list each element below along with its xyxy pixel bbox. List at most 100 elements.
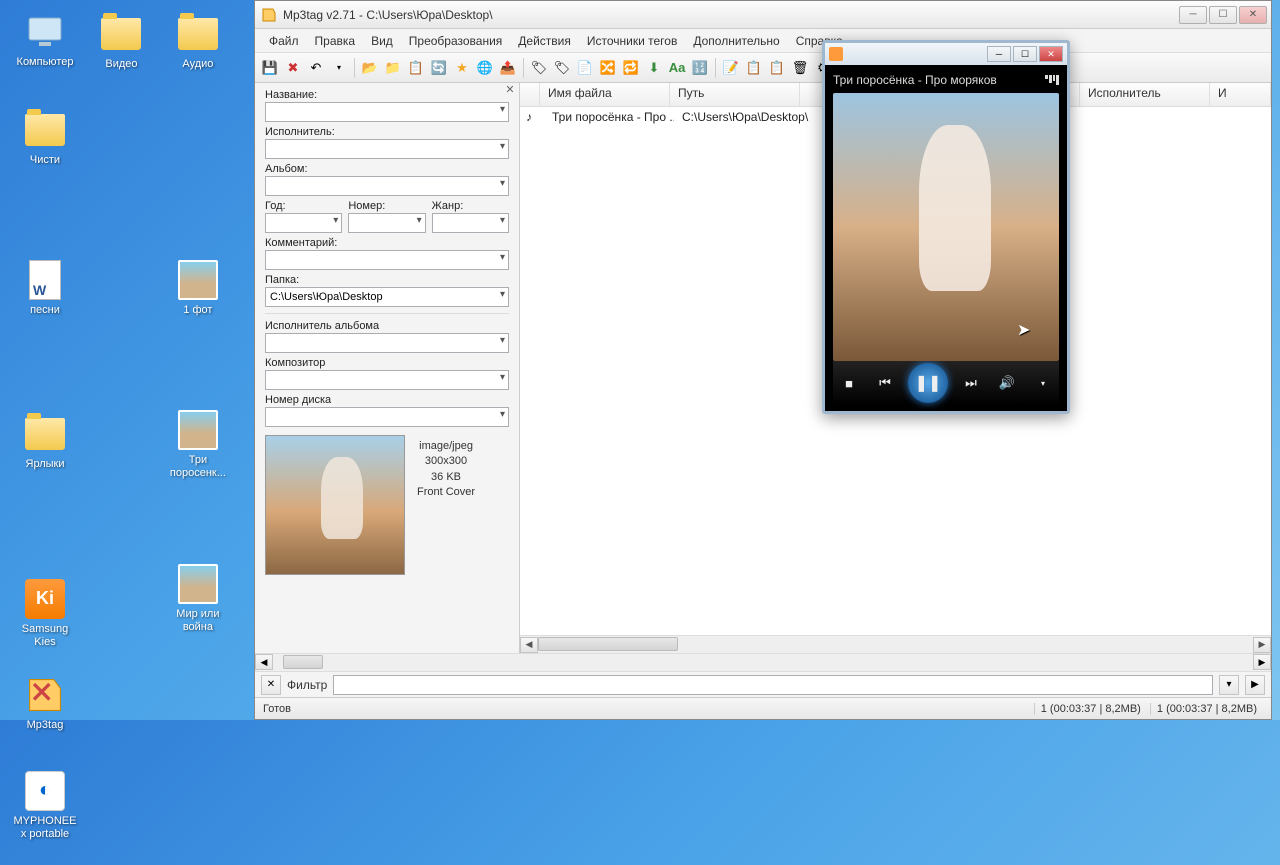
- extended-tags-icon[interactable]: 📝: [720, 57, 742, 79]
- desktop-icon-mir-ili-voina[interactable]: Мир или война: [163, 562, 233, 650]
- scroll-thumb[interactable]: [538, 637, 678, 651]
- refresh-icon[interactable]: 🔄: [428, 57, 450, 79]
- title-input[interactable]: [265, 102, 509, 122]
- desktop-icon-label: Чисти: [30, 154, 60, 167]
- col-filename[interactable]: Имя файла: [540, 83, 670, 106]
- menu-tag-sources[interactable]: Источники тегов: [579, 32, 685, 50]
- status-bar: Готов 1 (00:03:37 | 8,2MB) 1 (00:03:37 |…: [255, 697, 1271, 719]
- panel-close-icon[interactable]: ✕: [503, 84, 517, 98]
- save-icon[interactable]: 💾: [259, 57, 281, 79]
- year-input[interactable]: [265, 213, 342, 233]
- playlist-icon[interactable]: 📋: [405, 57, 427, 79]
- filter-dropdown-icon[interactable]: ▾: [1219, 675, 1239, 695]
- track-input[interactable]: [348, 213, 425, 233]
- album-input[interactable]: [265, 176, 509, 196]
- menu-actions[interactable]: Действия: [510, 32, 579, 50]
- desktop-icon-shortcuts[interactable]: Ярлыки: [10, 412, 80, 500]
- filter-clear-icon[interactable]: ✕: [261, 675, 281, 695]
- status-count-2: 1 (00:03:37 | 8,2MB): [1150, 703, 1263, 715]
- file-list-hscroll[interactable]: ◀ ▶: [520, 635, 1271, 653]
- tag-to-filename-icon[interactable]: 🏷: [528, 57, 550, 79]
- folder-input[interactable]: [265, 287, 509, 307]
- play-pause-button[interactable]: ❚❚: [908, 363, 948, 403]
- media-player-window[interactable]: ─ ☐ ✕ Три поросёнка - Про моряков ■ ⏮ ❚❚…: [822, 40, 1070, 414]
- player-album-art: [833, 93, 1059, 361]
- globe-icon[interactable]: 🌐: [474, 57, 496, 79]
- cover-dims: 300x300: [417, 454, 475, 469]
- desktop-icon-tri-porosenka[interactable]: Три поросенк...: [163, 408, 233, 496]
- cover-art[interactable]: [265, 435, 405, 575]
- player-titlebar[interactable]: ─ ☐ ✕: [825, 43, 1067, 65]
- player-maximize-button[interactable]: ☐: [1013, 46, 1037, 62]
- disc-input[interactable]: [265, 407, 509, 427]
- folder-add-icon[interactable]: 📁: [382, 57, 404, 79]
- filter-go-icon[interactable]: ▶: [1245, 675, 1265, 695]
- next-button[interactable]: ⏭: [958, 370, 984, 396]
- delete-icon[interactable]: ✖: [282, 57, 304, 79]
- scroll-left-icon[interactable]: ◀: [520, 637, 538, 653]
- menu-view[interactable]: Вид: [363, 32, 401, 50]
- scroll-left-icon[interactable]: ◀: [255, 654, 273, 670]
- scroll-right-icon[interactable]: ▶: [1253, 654, 1271, 670]
- copy-tag-icon[interactable]: 📋: [743, 57, 765, 79]
- scroll-thumb[interactable]: [283, 655, 323, 669]
- stop-button[interactable]: ■: [836, 370, 862, 396]
- desktop-icon-myphone[interactable]: ◐MYPHONEEx portable: [10, 769, 80, 857]
- composer-input[interactable]: [265, 370, 509, 390]
- prev-button[interactable]: ⏮: [872, 370, 898, 396]
- filter-input[interactable]: [333, 675, 1213, 695]
- desktop-icon-1fot[interactable]: 1 фот: [163, 258, 233, 346]
- titlebar[interactable]: Mp3tag v2.71 - C:\Users\Юра\Desktop\ ─ ☐…: [255, 1, 1271, 29]
- player-close-button[interactable]: ✕: [1039, 46, 1063, 62]
- menu-file[interactable]: Файл: [261, 32, 307, 50]
- desktop-icon-computer[interactable]: Компьютер: [10, 10, 80, 98]
- desktop-icon-samsung-kies[interactable]: KiSamsung Kies: [10, 577, 80, 665]
- scroll-right-icon[interactable]: ▶: [1253, 637, 1271, 653]
- desktop-icon-audio[interactable]: Аудио: [163, 12, 233, 100]
- col-path[interactable]: Путь: [670, 83, 800, 106]
- autonumbering-icon[interactable]: 🔢: [689, 57, 711, 79]
- desktop-icon-clean[interactable]: Чисти: [10, 108, 80, 196]
- star-icon[interactable]: ★: [451, 57, 473, 79]
- col-i[interactable]: И: [1210, 83, 1271, 106]
- maximize-button[interactable]: ☐: [1209, 6, 1237, 24]
- menu-tools[interactable]: Дополнительно: [685, 32, 787, 50]
- col-artist[interactable]: Исполнитель: [1080, 83, 1210, 106]
- filter-label: Фильтр: [287, 678, 327, 692]
- undo-icon[interactable]: ↶: [305, 57, 327, 79]
- menu-convert[interactable]: Преобразования: [401, 32, 511, 50]
- volume-menu-icon[interactable]: ▾: [1030, 370, 1056, 396]
- paste-tag-icon[interactable]: 📋: [766, 57, 788, 79]
- comment-input[interactable]: [265, 250, 509, 270]
- quick-actions-icon[interactable]: Aa: [666, 57, 688, 79]
- desktop-icon-video[interactable]: Видео: [86, 12, 156, 100]
- genre-input[interactable]: [432, 213, 509, 233]
- filename-to-tag-icon[interactable]: 🏷: [551, 57, 573, 79]
- folder-label: Папка:: [265, 274, 509, 286]
- switch-view-icon[interactable]: [1045, 75, 1059, 85]
- folder-open-icon[interactable]: 📂: [359, 57, 381, 79]
- file-name-cell: Три поросёнка - Про ...: [544, 107, 674, 127]
- menu-edit[interactable]: Правка: [307, 32, 364, 50]
- genre-label: Жанр:: [432, 200, 509, 212]
- text-file-icon[interactable]: 📄: [574, 57, 596, 79]
- remove-tag-icon[interactable]: 🗑: [789, 57, 811, 79]
- minimize-button[interactable]: ─: [1179, 6, 1207, 24]
- desktop-icon-mp3tag[interactable]: Mp3tag: [10, 673, 80, 761]
- dropdown-icon[interactable]: ▾: [328, 57, 350, 79]
- panel-hscroll[interactable]: ◀ ▶: [255, 653, 1271, 671]
- artist-input[interactable]: [265, 139, 509, 159]
- desktop-icon-songs[interactable]: песни: [10, 258, 80, 346]
- albumartist-input[interactable]: [265, 333, 509, 353]
- export-icon[interactable]: 📤: [497, 57, 519, 79]
- volume-button[interactable]: 🔊: [994, 370, 1020, 396]
- cover-meta: image/jpeg 300x300 36 KB Front Cover: [417, 435, 475, 575]
- desktop-icon-label: песни: [30, 304, 60, 317]
- tag-tag-icon[interactable]: 🔁: [620, 57, 642, 79]
- filename-filename-icon[interactable]: 🔀: [597, 57, 619, 79]
- close-button[interactable]: ✕: [1239, 6, 1267, 24]
- actions-icon[interactable]: ⬇: [643, 57, 665, 79]
- player-minimize-button[interactable]: ─: [987, 46, 1011, 62]
- music-file-icon: ♪: [526, 110, 540, 124]
- track-label: Номер:: [348, 200, 425, 212]
